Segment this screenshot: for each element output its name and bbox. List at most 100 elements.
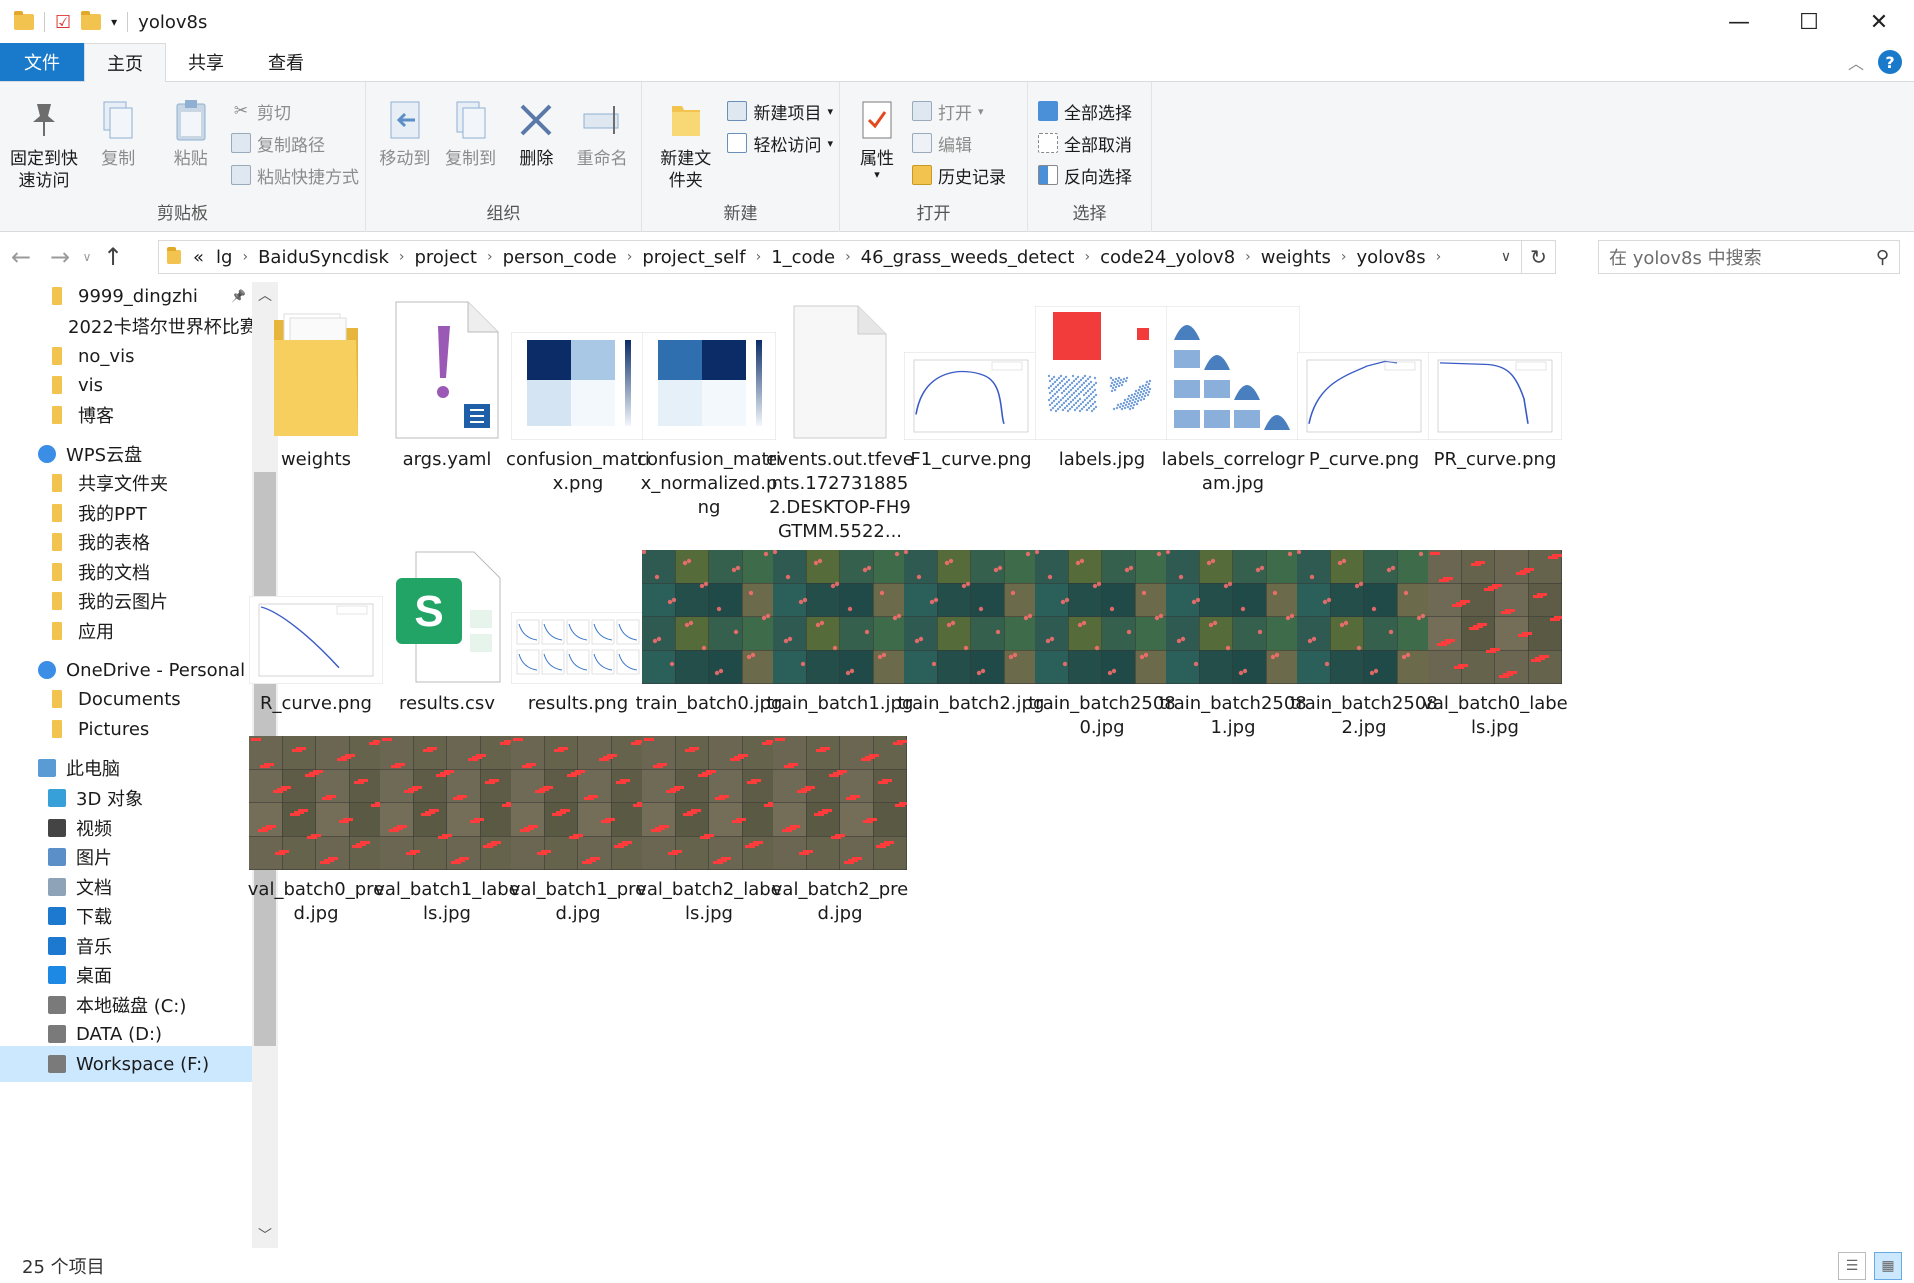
recent-locations-button[interactable]: ∨ bbox=[78, 232, 96, 282]
easy-access-icon bbox=[727, 133, 748, 153]
file-item[interactable]: val_batch1_labels.jpg bbox=[372, 734, 522, 926]
file-item[interactable]: R_curve.png bbox=[241, 532, 391, 716]
copy-path-button[interactable]: 复制路径 bbox=[231, 130, 359, 156]
select-none-button[interactable]: 全部取消 bbox=[1038, 130, 1132, 156]
paste-shortcut-button[interactable]: 粘贴快捷方式 bbox=[231, 162, 359, 188]
file-item[interactable]: val_batch0_labels.jpg bbox=[1420, 532, 1570, 740]
file-item[interactable]: labels.jpg bbox=[1027, 282, 1177, 472]
tab-view[interactable]: 查看 bbox=[246, 43, 326, 81]
tab-file[interactable]: 文件 bbox=[0, 43, 84, 81]
file-item[interactable]: confusion_matrix_normalized.png bbox=[634, 282, 784, 520]
file-item[interactable]: F1_curve.png bbox=[896, 282, 1046, 472]
breadcrumb-chevron-icon[interactable]: › bbox=[399, 249, 405, 265]
customize-quick-access-icon[interactable]: ▾ bbox=[111, 15, 117, 29]
file-item[interactable]: train_batch1.jpg bbox=[765, 532, 915, 716]
new-folder-quick-icon[interactable] bbox=[81, 11, 102, 30]
address-history-dropdown[interactable]: ∨ bbox=[1491, 241, 1521, 273]
new-item-button[interactable]: 新建项目 ▾ bbox=[727, 98, 833, 124]
properties-quick-icon[interactable]: ☑ bbox=[55, 12, 71, 33]
breadcrumb-item[interactable]: lg bbox=[216, 247, 232, 268]
breadcrumb-chevron-icon[interactable]: › bbox=[756, 249, 762, 265]
file-item[interactable]: val_batch1_pred.jpg bbox=[503, 734, 653, 926]
file-item[interactable]: val_batch0_pred.jpg bbox=[241, 734, 391, 926]
folder-icon bbox=[52, 592, 62, 610]
breadcrumb-item[interactable]: code24_yolov8 bbox=[1100, 247, 1235, 268]
back-button[interactable]: ← bbox=[0, 232, 42, 282]
nav-item[interactable]: Workspace (F:) bbox=[0, 1046, 252, 1082]
file-thumbnail-icon: S bbox=[372, 532, 522, 684]
nav-item[interactable]: 博客 bbox=[0, 397, 252, 433]
breadcrumb-chevron-icon[interactable]: › bbox=[1341, 249, 1347, 265]
file-item[interactable]: PR_curve.png bbox=[1420, 282, 1570, 472]
breadcrumb-chevron-icon[interactable]: › bbox=[627, 249, 633, 265]
breadcrumb-item[interactable]: weights bbox=[1261, 247, 1331, 268]
close-button[interactable]: ✕ bbox=[1844, 0, 1914, 44]
svg-text:S: S bbox=[414, 587, 443, 636]
cut-button[interactable]: ✂ 剪切 bbox=[231, 98, 359, 124]
history-button[interactable]: 历史记录 bbox=[912, 162, 1006, 188]
file-item[interactable]: train_batch25081.jpg bbox=[1158, 532, 1308, 740]
breadcrumb-item[interactable]: project bbox=[415, 247, 477, 268]
file-item[interactable]: train_batch25080.jpg bbox=[1027, 532, 1177, 740]
file-item[interactable]: train_batch25082.jpg bbox=[1289, 532, 1439, 740]
address-bar[interactable]: « lg › BaiduSyncdisk › project › person_code › pr… bbox=[158, 240, 1556, 274]
invert-selection-label: 反向选择 bbox=[1064, 167, 1132, 188]
breadcrumb-item[interactable]: 1_code bbox=[771, 247, 835, 268]
help-icon[interactable]: ? bbox=[1878, 50, 1902, 74]
easy-access-button[interactable]: 轻松访问 ▾ bbox=[727, 130, 833, 156]
breadcrumb-item[interactable]: project_self bbox=[642, 247, 745, 268]
delete-label: 删除 bbox=[519, 149, 554, 169]
tab-share[interactable]: 共享 bbox=[166, 43, 246, 81]
breadcrumb-chevron-icon[interactable]: › bbox=[1084, 249, 1090, 265]
file-item[interactable]: weights bbox=[241, 282, 391, 472]
file-thumbnail-icon bbox=[503, 734, 653, 870]
edit-button[interactable]: 编辑 bbox=[912, 130, 1006, 156]
collapse-ribbon-icon[interactable]: ︿ bbox=[1848, 50, 1864, 74]
maximize-button[interactable]: ☐ bbox=[1774, 0, 1844, 44]
file-item[interactable]: train_batch2.jpg bbox=[896, 532, 1046, 716]
file-item[interactable]: events.out.tfevents.1727318852.DESKTOP-F… bbox=[765, 282, 915, 544]
file-item[interactable]: val_batch2_pred.jpg bbox=[765, 734, 915, 926]
breadcrumb-chevron-icon[interactable]: › bbox=[1245, 249, 1251, 265]
tab-home[interactable]: 主页 bbox=[84, 43, 166, 82]
file-item[interactable]: confusion_matrix.png bbox=[503, 282, 653, 496]
details-view-button[interactable]: ☰ bbox=[1838, 1252, 1866, 1280]
file-item[interactable]: results.png bbox=[503, 532, 653, 716]
breadcrumb-chevron-icon[interactable]: › bbox=[1436, 249, 1442, 265]
open-icon bbox=[912, 101, 932, 121]
scroll-down-icon[interactable]: ﹀ bbox=[252, 1222, 278, 1248]
file-item[interactable]: train_batch0.jpg bbox=[634, 532, 784, 716]
breadcrumb-item[interactable]: 46_grass_weeds_detect bbox=[861, 247, 1075, 268]
forward-button[interactable]: → bbox=[42, 232, 78, 282]
breadcrumb-item[interactable]: yolov8s bbox=[1356, 247, 1425, 268]
breadcrumb-chevron-icon[interactable]: › bbox=[845, 249, 851, 265]
breadcrumb-overflow[interactable]: « bbox=[193, 247, 204, 268]
file-item[interactable]: args.yaml bbox=[372, 282, 522, 472]
refresh-button[interactable]: ↻ bbox=[1521, 241, 1555, 273]
up-button[interactable]: ↑ bbox=[96, 232, 130, 282]
nav-item-label: 9999_dingzhi bbox=[78, 285, 198, 307]
file-item[interactable]: val_batch2_labels.jpg bbox=[634, 734, 784, 926]
nav-item[interactable]: 应用 bbox=[0, 613, 252, 649]
large-icons-view-button[interactable]: ▦ bbox=[1874, 1252, 1902, 1280]
file-thumbnail-icon bbox=[372, 282, 522, 440]
breadcrumb-item[interactable]: person_code bbox=[503, 247, 617, 268]
breadcrumb-item[interactable]: BaiduSyncdisk bbox=[258, 247, 389, 268]
file-item[interactable]: P_curve.png bbox=[1289, 282, 1439, 472]
invert-selection-button[interactable]: 反向选择 bbox=[1038, 162, 1132, 188]
open-button[interactable]: 打开 ▾ bbox=[912, 98, 1006, 124]
file-item[interactable]: labels_correlogram.jpg bbox=[1158, 282, 1308, 496]
nav-item-label: 我的表格 bbox=[78, 533, 150, 554]
file-item[interactable]: Sresults.csv bbox=[372, 532, 522, 716]
nav-item-label: 3D 对象 bbox=[76, 789, 144, 810]
minimize-button[interactable]: — bbox=[1704, 0, 1774, 44]
nav-item[interactable]: Pictures bbox=[0, 711, 252, 747]
nav-item-label: 桌面 bbox=[76, 966, 112, 987]
chevron-down-icon: ▾ bbox=[827, 136, 833, 150]
search-input[interactable]: 在 yolov8s 中搜索 ⚲ bbox=[1598, 240, 1900, 274]
select-all-button[interactable]: 全部选择 bbox=[1038, 98, 1132, 124]
copy-path-icon bbox=[231, 133, 251, 153]
breadcrumb-chevron-icon[interactable]: › bbox=[487, 249, 493, 265]
breadcrumb-chevron-icon[interactable]: › bbox=[242, 249, 248, 265]
file-thumbnail-icon bbox=[634, 734, 784, 870]
